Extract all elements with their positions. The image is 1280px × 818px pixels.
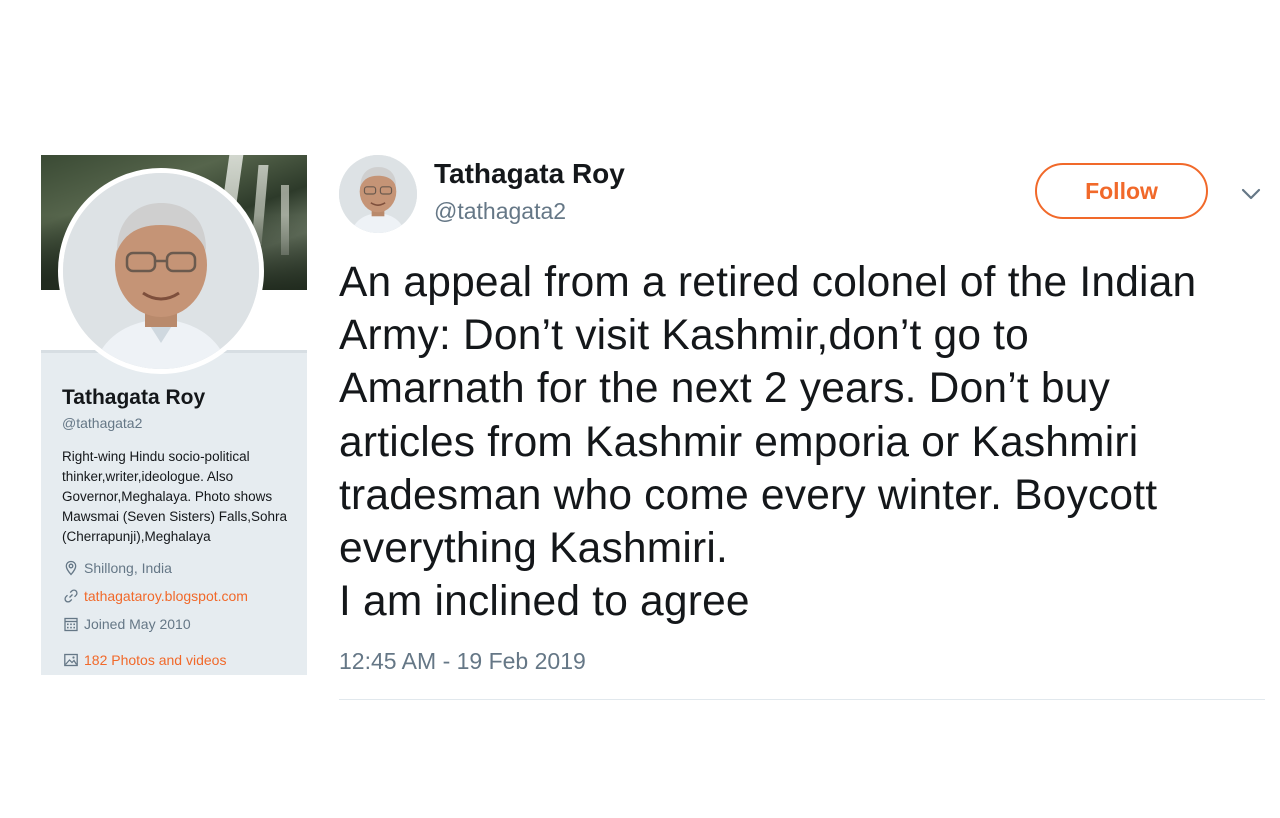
profile-location: Shillong, India: [63, 559, 172, 577]
location-icon: [65, 560, 77, 576]
link-icon: [64, 589, 78, 603]
website-link[interactable]: tathagataroy.blogspot.com: [84, 588, 248, 604]
tweet-author-avatar[interactable]: [339, 155, 417, 233]
joined-text: Joined May 2010: [84, 616, 191, 632]
calendar-icon: [64, 617, 78, 632]
profile-card: Tathagata Roy @tathagata2 Right-wing Hin…: [41, 155, 307, 675]
tweet-text: An appeal from a retired colonel of the …: [339, 259, 1197, 626]
tweet-options-button[interactable]: [1239, 184, 1263, 204]
tweet-author-name[interactable]: Tathagata Roy: [434, 158, 625, 190]
follow-button[interactable]: Follow: [1035, 163, 1208, 219]
tweet-author-handle[interactable]: @tathagata2: [434, 198, 566, 225]
location-text: Shillong, India: [84, 560, 172, 576]
photos-icon: [64, 653, 78, 667]
profile-name[interactable]: Tathagata Roy: [62, 386, 205, 410]
tweet-divider: [339, 699, 1265, 700]
profile-handle[interactable]: @tathagata2: [62, 415, 142, 431]
photos-link[interactable]: 182 Photos and videos: [84, 652, 226, 668]
profile-joined: Joined May 2010: [63, 615, 191, 633]
profile-bio: Right-wing Hindu socio-political thinker…: [62, 449, 288, 544]
profile-website[interactable]: tathagataroy.blogspot.com: [63, 587, 248, 605]
profile-photos[interactable]: 182 Photos and videos: [63, 651, 226, 669]
tweet-timestamp[interactable]: 12:45 AM - 19 Feb 2019: [339, 648, 586, 675]
profile-avatar[interactable]: [58, 168, 264, 374]
chevron-down-icon: [1241, 188, 1261, 200]
